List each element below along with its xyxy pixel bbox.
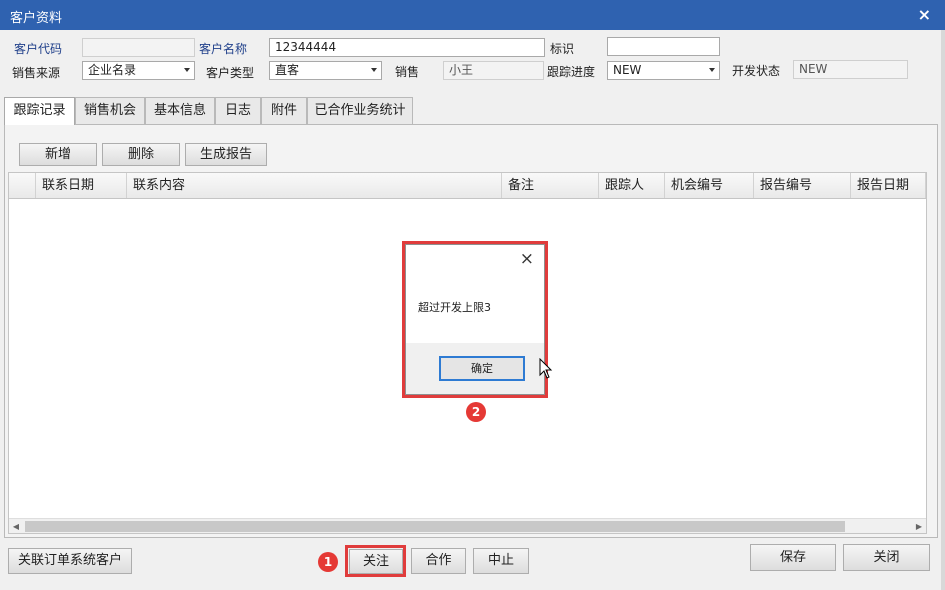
customer-type-value: 直客 bbox=[275, 63, 300, 77]
chevron-down-icon bbox=[184, 68, 190, 72]
alert-dialog: × 超过开发上限3 确定 bbox=[405, 244, 545, 395]
sales-source-select[interactable]: 企业名录 bbox=[82, 61, 195, 80]
add-button[interactable]: 新增 bbox=[19, 143, 97, 166]
scroll-left-icon[interactable]: ◀ bbox=[9, 519, 23, 534]
cooperate-button[interactable]: 合作 bbox=[411, 548, 466, 574]
close-button[interactable]: 关闭 bbox=[843, 544, 930, 571]
scroll-right-icon[interactable]: ▶ bbox=[912, 519, 926, 534]
progress-label: 跟踪进度 bbox=[547, 65, 596, 79]
table-header: 联系日期 联系内容 备注 跟踪人 机会编号 报告编号 报告日期 bbox=[9, 173, 926, 199]
window-close-icon[interactable]: × bbox=[918, 5, 931, 24]
tab-tracking-records[interactable]: 跟踪记录 bbox=[4, 97, 75, 125]
window-right-edge bbox=[941, 30, 945, 590]
chevron-down-icon bbox=[371, 68, 377, 72]
tag-field[interactable] bbox=[607, 37, 720, 56]
tab-attachments[interactable]: 附件 bbox=[261, 97, 307, 124]
customer-code-field[interactable] bbox=[82, 38, 195, 57]
column-header-opportunity-no[interactable]: 机会编号 bbox=[665, 173, 754, 198]
tab-sales-opportunities[interactable]: 销售机会 bbox=[75, 97, 145, 124]
dialog-close-icon[interactable]: × bbox=[520, 249, 534, 269]
sales-field[interactable]: 小王 bbox=[443, 61, 544, 80]
generate-report-button[interactable]: 生成报告 bbox=[185, 143, 267, 166]
column-header-contact-content[interactable]: 联系内容 bbox=[127, 173, 502, 198]
tag-label: 标识 bbox=[550, 42, 575, 56]
customer-type-select[interactable]: 直客 bbox=[269, 61, 382, 80]
sales-source-label: 销售来源 bbox=[12, 66, 61, 80]
customer-code-label: 客户代码 bbox=[14, 42, 63, 56]
stop-button[interactable]: 中止 bbox=[473, 548, 529, 574]
column-header-tracker[interactable]: 跟踪人 bbox=[599, 173, 665, 198]
sales-label: 销售 bbox=[395, 65, 420, 79]
save-button[interactable]: 保存 bbox=[750, 544, 836, 571]
dialog-ok-button[interactable]: 确定 bbox=[439, 356, 525, 381]
annotation-badge-2: 2 bbox=[466, 402, 486, 422]
follow-button[interactable]: 关注 bbox=[349, 549, 403, 574]
column-header-remarks[interactable]: 备注 bbox=[502, 173, 599, 198]
tab-business-stats[interactable]: 已合作业务统计 bbox=[307, 97, 413, 124]
dialog-message: 超过开发上限3 bbox=[418, 301, 491, 314]
sales-source-value: 企业名录 bbox=[88, 63, 137, 77]
dev-status-field[interactable]: NEW bbox=[793, 60, 908, 79]
column-header-contact-date[interactable]: 联系日期 bbox=[36, 173, 127, 198]
horizontal-scrollbar[interactable]: ◀ ▶ bbox=[9, 518, 926, 533]
window-titlebar: 客户资料 × bbox=[0, 0, 945, 30]
link-order-customer-button[interactable]: 关联订单系统客户 bbox=[8, 548, 132, 574]
column-header-report-no[interactable]: 报告编号 bbox=[754, 173, 851, 198]
mouse-cursor-icon bbox=[539, 358, 553, 379]
tab-log[interactable]: 日志 bbox=[215, 97, 261, 124]
dialog-footer: 确定 bbox=[406, 343, 544, 394]
customer-type-label: 客户类型 bbox=[206, 66, 255, 80]
scrollbar-thumb[interactable] bbox=[25, 521, 845, 532]
customer-name-field[interactable]: 12344444 bbox=[269, 38, 545, 57]
annotation-badge-1: 1 bbox=[318, 552, 338, 572]
progress-select[interactable]: NEW bbox=[607, 61, 720, 80]
tab-basic-info[interactable]: 基本信息 bbox=[145, 97, 215, 124]
column-header-report-date[interactable]: 报告日期 bbox=[851, 173, 926, 198]
row-selector-header bbox=[9, 173, 36, 198]
progress-value: NEW bbox=[613, 63, 642, 77]
chevron-down-icon bbox=[709, 68, 715, 72]
customer-name-label: 客户名称 bbox=[199, 42, 248, 56]
window-title: 客户资料 bbox=[10, 11, 63, 26]
delete-button[interactable]: 删除 bbox=[102, 143, 180, 166]
dev-status-label: 开发状态 bbox=[732, 64, 781, 78]
